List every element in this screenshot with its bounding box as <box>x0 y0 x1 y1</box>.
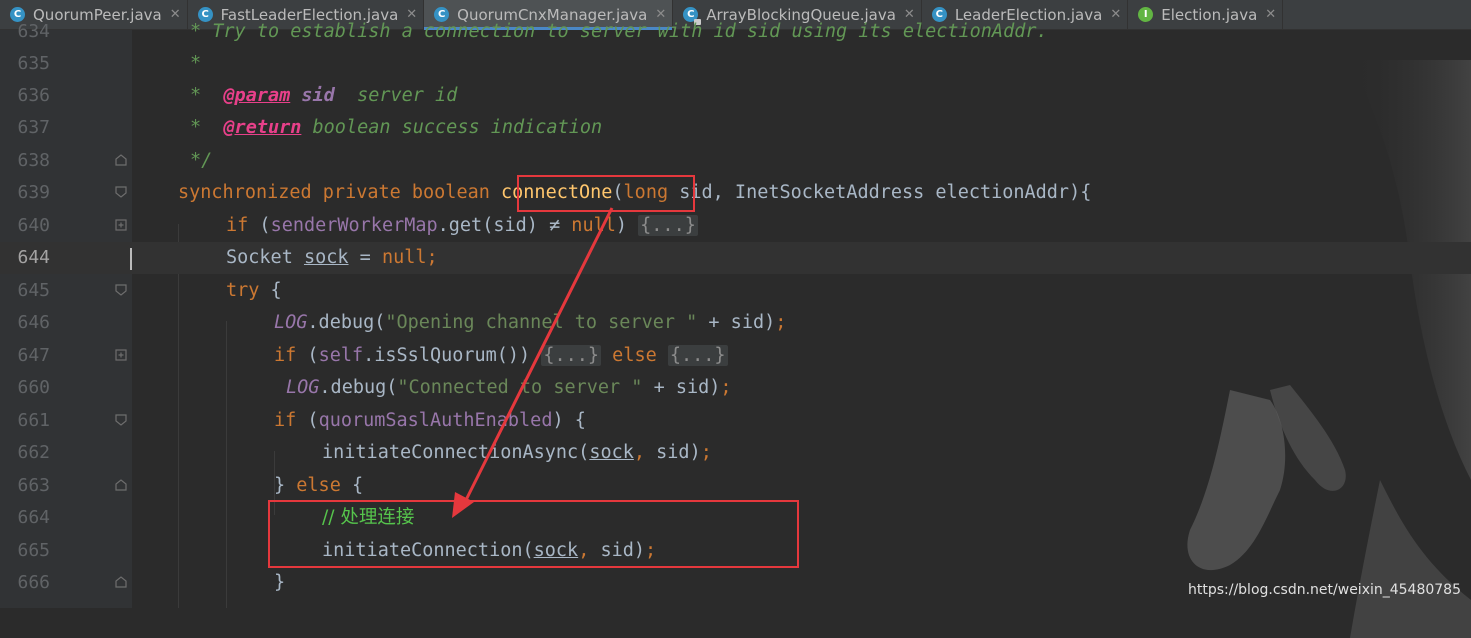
code-text: if (self.isSslQuorum()) {...} else {...} <box>274 345 728 366</box>
code-text: } else { <box>274 475 364 496</box>
code-line: 637 * @return boolean success indication <box>0 112 1471 144</box>
line-number: 636 <box>17 85 50 106</box>
code-text: LOG.debug("Opening channel to server " +… <box>274 312 787 333</box>
line-number: 664 <box>17 507 50 528</box>
doc-comment: * @return boolean success indication <box>190 117 603 138</box>
code-editor[interactable]: 634 * Try to establish a connection to s… <box>0 21 1471 638</box>
line-number: 661 <box>17 410 50 431</box>
code-line: 661 if (quorumSaslAuthEnabled) { <box>0 405 1471 437</box>
fold-end-icon[interactable] <box>114 153 128 167</box>
doc-comment: * Try to establish a connection to serve… <box>190 21 1048 42</box>
folded-block[interactable]: {...} <box>541 345 602 366</box>
fold-end-icon[interactable] <box>114 478 128 492</box>
doc-comment: * <box>190 53 202 74</box>
code-line: 646 LOG.debug("Opening channel to server… <box>0 307 1471 339</box>
line-number: 639 <box>17 182 50 203</box>
expand-fold-icon[interactable] <box>114 348 128 362</box>
line-number: 666 <box>17 572 50 593</box>
fold-start-icon[interactable] <box>114 185 128 199</box>
code-text: if (senderWorkerMap.get(sid) ≠ null) {..… <box>226 215 698 236</box>
doc-comment: * @param sid server id <box>190 85 458 106</box>
line-number: 665 <box>17 540 50 561</box>
code-line: 639 synchronized private boolean connect… <box>0 177 1471 209</box>
doc-tag: @return <box>223 117 302 138</box>
code-line: 634 * Try to establish a connection to s… <box>0 16 1471 48</box>
fold-start-icon[interactable] <box>114 413 128 427</box>
fold-start-icon[interactable] <box>114 283 128 297</box>
code-line: 638 */ <box>0 145 1471 177</box>
line-number: 634 <box>17 21 50 42</box>
line-number: 647 <box>17 345 50 366</box>
code-line: 635 * <box>0 48 1471 80</box>
code-text: Socket sock = null; <box>226 247 438 268</box>
code-text: initiateConnectionAsync(sock, sid); <box>322 442 712 463</box>
doc-tag: @param <box>223 85 291 106</box>
line-number: 637 <box>17 117 50 138</box>
code-line: 660 LOG.debug("Connected to server " + s… <box>0 372 1471 404</box>
line-number: 646 <box>17 312 50 333</box>
expand-fold-icon[interactable] <box>114 218 128 232</box>
line-number: 644 <box>17 247 50 268</box>
code-text: LOG.debug("Connected to server " + sid); <box>286 377 732 398</box>
code-text: try { <box>226 280 282 301</box>
highlight-box-method <box>517 175 695 212</box>
watermark: https://blog.csdn.net/weixin_45480785 <box>1187 582 1461 598</box>
code-text: if (quorumSaslAuthEnabled) { <box>274 410 586 431</box>
folded-block[interactable]: {...} <box>638 215 698 236</box>
fold-end-icon[interactable] <box>114 575 128 589</box>
text-caret <box>130 248 132 270</box>
folded-block[interactable]: {...} <box>667 345 728 366</box>
doc-comment: */ <box>190 150 213 171</box>
highlight-box-connection <box>268 500 799 568</box>
code-line: 663 } else { <box>0 470 1471 502</box>
line-number: 645 <box>17 280 50 301</box>
line-number: 660 <box>17 377 50 398</box>
code-line: 662 initiateConnectionAsync(sock, sid); <box>0 437 1471 469</box>
code-text: } <box>274 572 286 593</box>
code-line: 636 * @param sid server id <box>0 80 1471 112</box>
line-number: 663 <box>17 475 50 496</box>
code-line: 640 if (senderWorkerMap.get(sid) ≠ null)… <box>0 210 1471 242</box>
line-number: 635 <box>17 53 50 74</box>
line-number: 638 <box>17 150 50 171</box>
line-number: 662 <box>17 442 50 463</box>
line-number: 640 <box>17 215 50 236</box>
doc-param-name: sid <box>301 85 335 106</box>
code-line-current: 644 Socket sock = null; <box>0 242 1471 275</box>
code-line: 647 if (self.isSslQuorum()) {...} else {… <box>0 340 1471 372</box>
code-line: 645 try { <box>0 275 1471 307</box>
